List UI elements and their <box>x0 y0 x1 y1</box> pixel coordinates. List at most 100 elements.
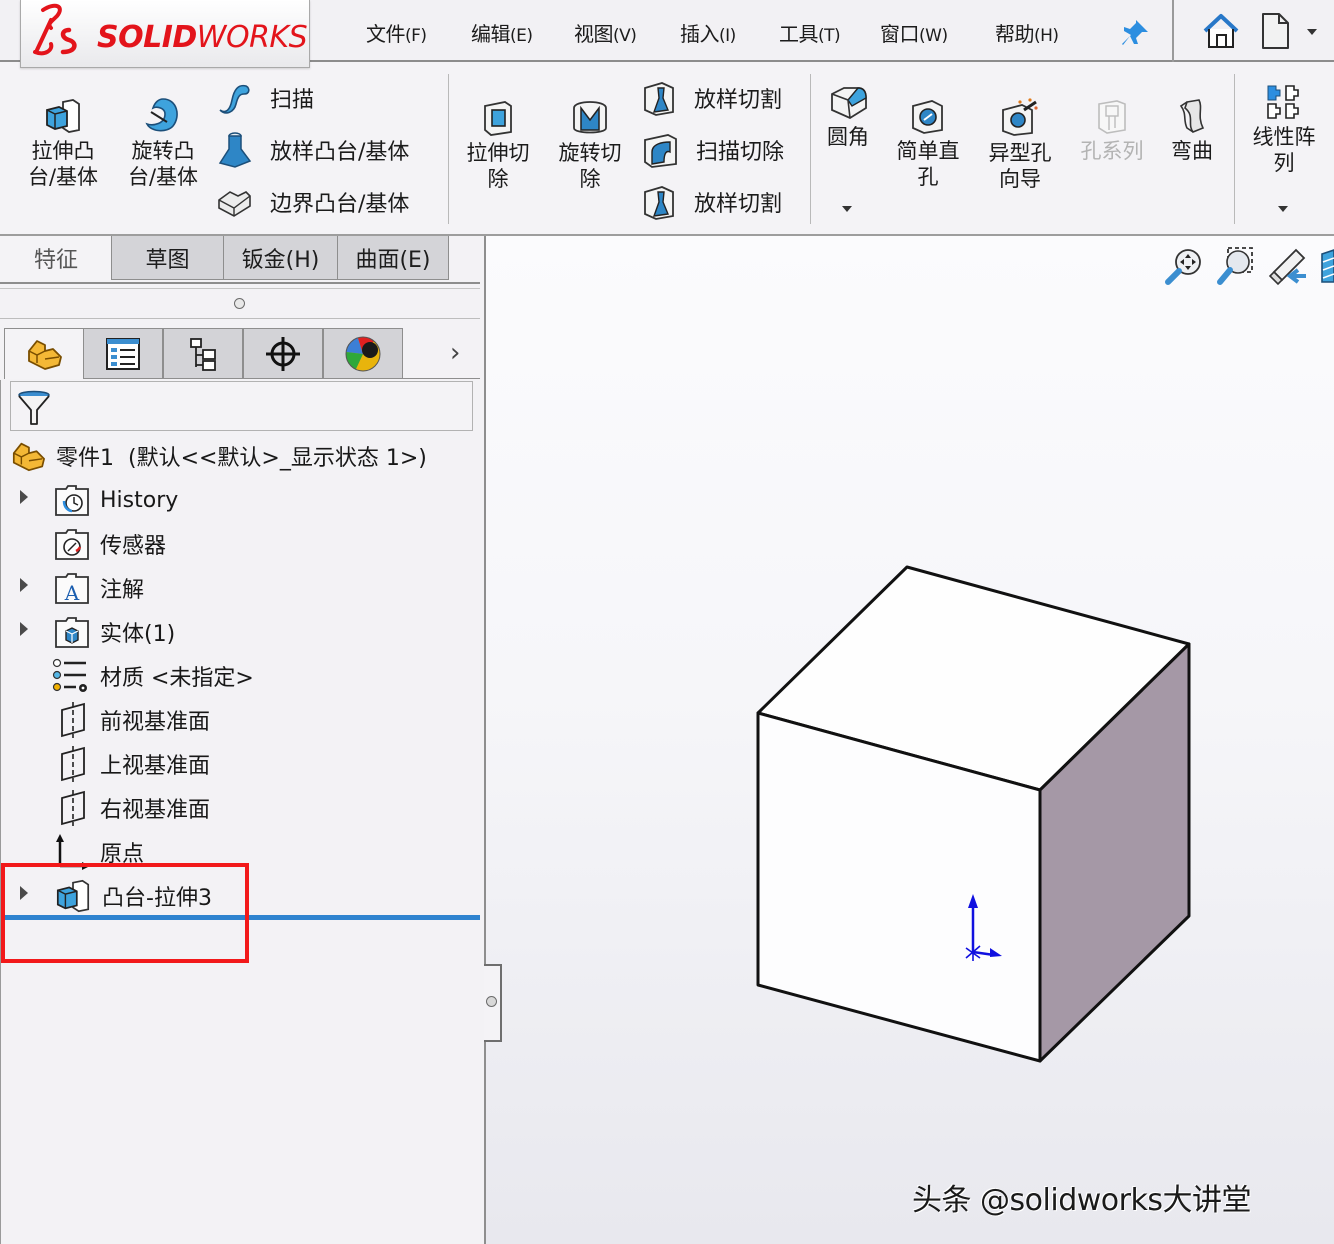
boundary-boss-button[interactable]: 边界凸台/基体 <box>216 182 409 222</box>
linear-pattern-button[interactable]: 线性阵 列 <box>1244 84 1324 176</box>
menu-edit-key: (E) <box>510 26 533 46</box>
tree-item-right-plane[interactable]: 右视基准面 <box>58 788 210 828</box>
tree-item-material[interactable]: 材质 <未指定> <box>52 656 254 696</box>
material-icon <box>52 658 87 692</box>
menu-view-label: 视图 <box>574 22 614 46</box>
extrude-boss-button[interactable]: 拉伸凸 台/基体 <box>22 98 104 190</box>
extrude-cut-icon <box>484 101 512 136</box>
panel-splitter-handle[interactable] <box>234 298 245 309</box>
revolve-boss-icon <box>145 98 178 132</box>
loft-cut-button[interactable]: 放样切割 <box>642 78 782 118</box>
simple-hole-icon <box>912 100 943 134</box>
simple-hole-label-2: 孔 <box>917 165 939 189</box>
tab-sheet-metal[interactable]: 钣金(H) <box>223 236 338 280</box>
expand-solid-bodies-icon[interactable] <box>20 622 28 636</box>
hole-series-label: 孔系列 <box>1080 139 1144 163</box>
hole-wizard-button[interactable]: 异型孔 向导 <box>980 98 1060 192</box>
extrude-boss-label-1: 拉伸凸 <box>31 139 95 163</box>
filter-icon[interactable] <box>17 390 51 426</box>
panel-left-border <box>0 380 1 1244</box>
more-tabs-chevron-icon[interactable]: › <box>450 338 460 368</box>
flex-icon <box>1179 99 1205 133</box>
pin-icon[interactable] <box>1120 18 1150 48</box>
tab-surfaces[interactable]: 曲面(E) <box>337 236 449 280</box>
section-view-icon[interactable] <box>1320 248 1334 284</box>
linear-pattern-icon <box>1267 85 1299 119</box>
simple-hole-button[interactable]: 简单直 孔 <box>888 98 968 190</box>
tab-sketch[interactable]: 草图 <box>111 236 224 280</box>
flex-button[interactable]: 弯曲 <box>1164 98 1220 164</box>
loft-boss-button[interactable]: 放样凸台/基体 <box>216 130 409 170</box>
menu-insert[interactable]: 插入(I) <box>680 18 736 47</box>
extrude-cut-label-2: 除 <box>487 167 509 191</box>
extrude-boss-label-2: 台/基体 <box>27 165 99 189</box>
cube-model[interactable] <box>746 556 1206 1076</box>
menu-file-label: 文件 <box>366 22 406 46</box>
linear-pattern-dropdown-icon[interactable] <box>1278 206 1288 212</box>
extrude-cut-label-1: 拉伸切 <box>466 141 530 165</box>
plane-icon <box>61 746 85 782</box>
zoom-to-fit-icon[interactable] <box>1164 246 1204 286</box>
menu-edit[interactable]: 编辑(E) <box>471 18 533 47</box>
tree-item-front-plane[interactable]: 前视基准面 <box>58 700 210 740</box>
menu-tools-label: 工具 <box>779 22 819 46</box>
swept-cut-button[interactable]: 扫描切除 <box>642 130 784 170</box>
boundary-cut-button[interactable]: 放样切割 <box>642 182 782 222</box>
swept-cut-label: 扫描切除 <box>696 140 785 165</box>
sweep-boss-button[interactable]: 扫描 <box>216 78 314 118</box>
ribbon-separator <box>810 74 811 224</box>
plane-icon <box>61 702 85 738</box>
new-document-dropdown-icon[interactable] <box>1307 29 1317 35</box>
revolve-cut-icon <box>573 101 607 134</box>
revolve-boss-button[interactable]: 旋转凸 台/基体 <box>122 96 204 190</box>
tree-item-solid-bodies[interactable]: 实体(1) <box>54 612 175 652</box>
property-manager-tab[interactable] <box>83 328 163 379</box>
tree-item-sensors[interactable]: 传感器 <box>54 524 166 564</box>
tree-filter-box[interactable] <box>10 381 473 431</box>
watermark-text: 头条 @solidworks大讲堂 <box>912 1183 1251 1218</box>
menu-file[interactable]: 文件(F) <box>366 18 427 47</box>
tab-features[interactable]: 特征 <box>0 236 112 280</box>
menu-edit-label: 编辑 <box>471 22 511 46</box>
expand-annotations-icon[interactable] <box>20 578 28 592</box>
tree-item-annotations[interactable]: A 注解 <box>54 568 144 608</box>
menu-help-label: 帮助 <box>995 22 1035 46</box>
ribbon-separator <box>448 74 449 224</box>
tree-root-part[interactable]: 零件1 (默认<<默认>_显示状态 1>) <box>10 436 427 476</box>
menu-tools[interactable]: 工具(T) <box>779 18 841 47</box>
menu-help-key: (H) <box>1034 26 1059 46</box>
configuration-manager-tab[interactable] <box>163 328 243 379</box>
panel-collapse-dot[interactable] <box>486 996 497 1007</box>
menu-window[interactable]: 窗口(W) <box>880 18 948 47</box>
tree-item-history-label: History <box>100 487 179 513</box>
menu-help[interactable]: 帮助(H) <box>995 18 1059 47</box>
menu-view[interactable]: 视图(V) <box>574 18 637 47</box>
extrude-cut-button[interactable]: 拉伸切 除 <box>458 100 538 192</box>
simple-hole-label-1: 简单直 <box>896 139 960 163</box>
display-manager-icon <box>345 336 381 371</box>
extrude-boss-icon <box>46 99 80 133</box>
zoom-to-area-icon[interactable] <box>1216 246 1256 286</box>
display-manager-tab[interactable] <box>323 328 403 379</box>
new-document-icon[interactable] <box>1260 12 1290 50</box>
sweep-label: 扫描 <box>270 88 315 113</box>
loft-cut-label: 放样切割 <box>694 88 783 113</box>
dimxpert-manager-tab[interactable] <box>243 328 323 379</box>
solid-bodies-folder-icon <box>55 617 89 648</box>
menu-insert-label: 插入 <box>680 22 720 46</box>
tree-item-top-plane[interactable]: 上视基准面 <box>58 744 210 784</box>
fillet-button[interactable]: 圆角 <box>820 84 876 150</box>
previous-view-icon[interactable] <box>1268 246 1308 286</box>
expand-history-icon[interactable] <box>20 490 28 504</box>
graphics-area[interactable]: 头条 @solidworks大讲堂 <box>486 236 1334 1244</box>
hole-series-button[interactable]: 孔系列 <box>1072 98 1152 164</box>
menu-insert-key: (I) <box>719 26 736 46</box>
tree-item-history[interactable]: History <box>54 480 178 520</box>
revolve-cut-button[interactable]: 旋转切 除 <box>550 98 630 192</box>
feature-manager-tab[interactable] <box>4 328 84 379</box>
menu-bar: SOLIDWORKS 文件(F) 编辑(E) 视图(V) 插入(I) 工具(T)… <box>0 0 1334 68</box>
solidworks-logo[interactable]: SOLIDWORKS <box>20 0 310 68</box>
history-folder-icon <box>55 485 89 516</box>
fillet-dropdown-icon[interactable] <box>842 206 852 212</box>
home-icon[interactable] <box>1202 12 1240 50</box>
